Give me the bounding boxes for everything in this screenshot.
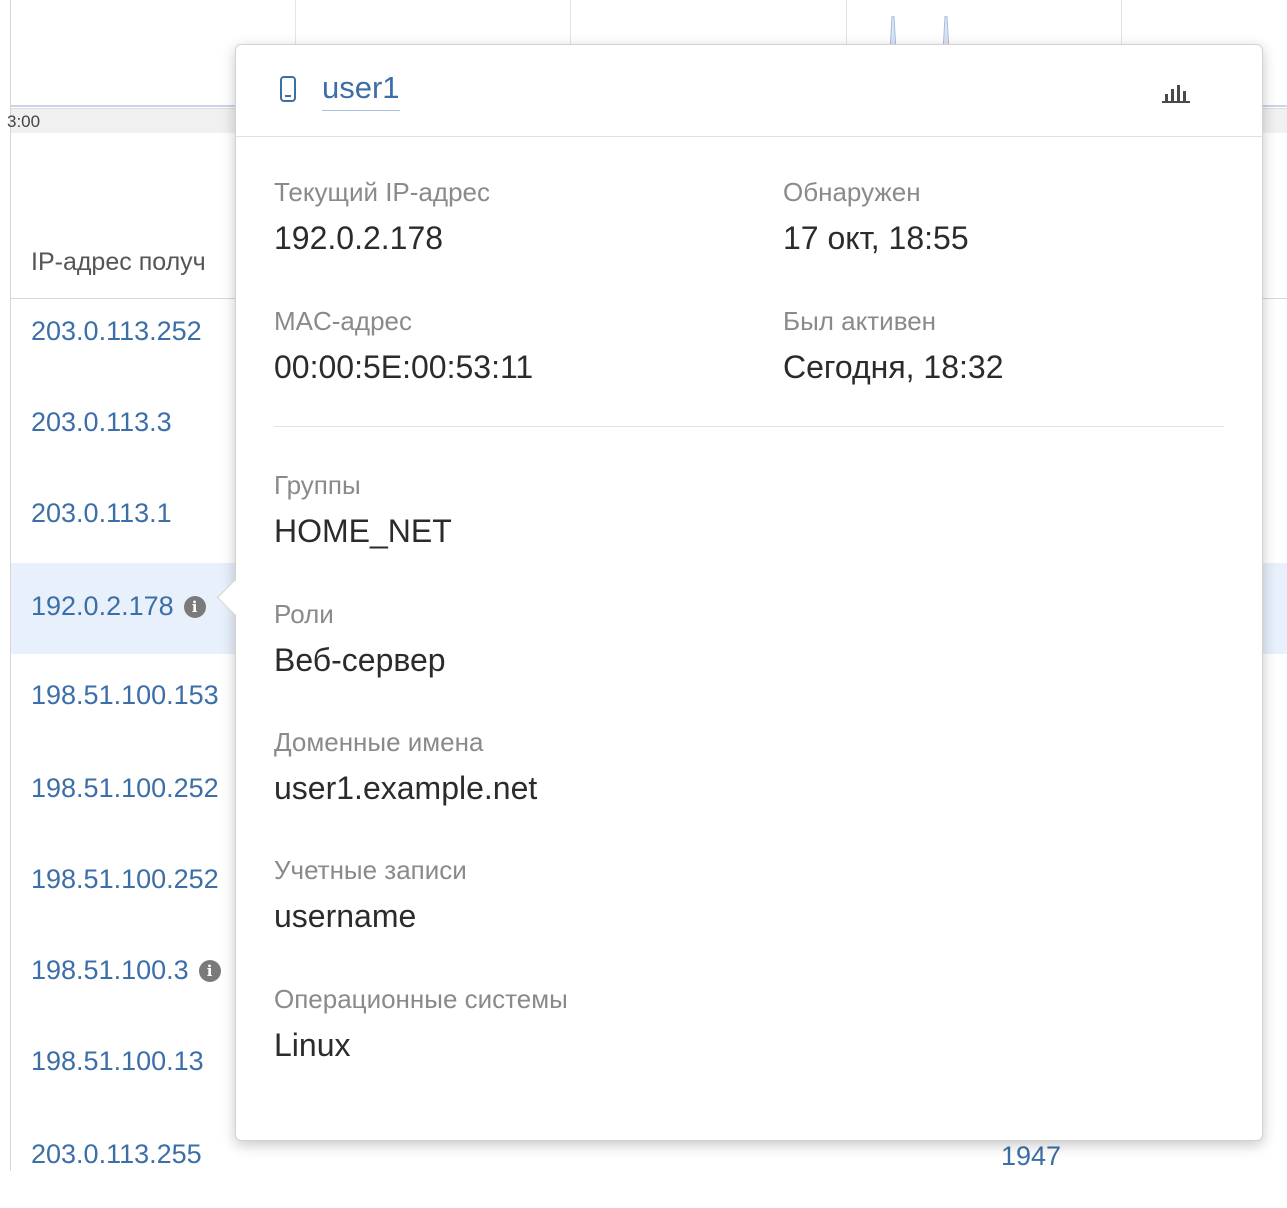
domains-field: Доменные имена user1.example.net xyxy=(274,726,537,808)
bar-chart-icon-base xyxy=(1162,101,1190,103)
ip-text: 198.51.100.3 xyxy=(31,955,189,985)
os-label: Операционные системы xyxy=(274,984,568,1014)
ip-text: 198.51.100.252 xyxy=(31,773,219,803)
bar-chart-icon[interactable] xyxy=(1162,81,1190,103)
detected-value: 17 окт, 18:55 xyxy=(783,220,969,256)
ip-text: 203.0.113.255 xyxy=(31,1139,202,1169)
groups-value: HOME_NET xyxy=(274,513,452,549)
ip-link[interactable]: 192.0.2.178 i xyxy=(31,591,206,622)
ip-text: 198.51.100.252 xyxy=(31,864,219,894)
last-active-label: Был активен xyxy=(783,306,937,336)
host-details-popover: user1 Текущий IP-адрес 192.0.2.178 Обнар… xyxy=(216,44,1263,1141)
ip-link[interactable]: 203.0.113.1 xyxy=(31,498,172,529)
mac-label: MAC-адрес xyxy=(274,306,412,336)
last-active-value: Сегодня, 18:32 xyxy=(783,349,1004,385)
roles-field: Роли Веб-сервер xyxy=(274,598,446,680)
os-value: Linux xyxy=(274,1027,351,1063)
row-count-value[interactable]: 1947 xyxy=(1001,1141,1061,1172)
info-icon[interactable]: i xyxy=(183,595,206,618)
ip-link[interactable]: 198.51.100.13 xyxy=(31,1046,204,1077)
detected-field: Обнаружен 17 окт, 18:55 xyxy=(783,176,969,258)
mac-field: MAC-адрес 00:00:5E:00:53:11 xyxy=(274,305,533,387)
last-active-field: Был активен Сегодня, 18:32 xyxy=(783,305,1004,387)
current-ip-field: Текущий IP-адрес 192.0.2.178 xyxy=(274,176,490,258)
accounts-field: Учетные записи username xyxy=(274,854,467,936)
popover-header: user1 xyxy=(236,45,1262,137)
ip-text: 203.0.113.1 xyxy=(31,498,172,528)
ip-text: 203.0.113.3 xyxy=(31,407,172,437)
groups-label: Группы xyxy=(274,470,361,500)
ip-text: 203.0.113.252 xyxy=(31,316,202,346)
ip-link[interactable]: 198.51.100.252 xyxy=(31,864,219,895)
host-name-link[interactable]: user1 xyxy=(322,70,400,111)
mac-value: 00:00:5E:00:53:11 xyxy=(274,349,534,385)
chart-axis-tick-label: 3:00 xyxy=(7,112,41,131)
bar-chart-icon-bar xyxy=(1177,85,1180,101)
accounts-label: Учетные записи xyxy=(274,855,467,885)
ip-text: 192.0.2.178 xyxy=(31,591,174,621)
ip-link[interactable]: 198.51.100.252 xyxy=(31,773,219,804)
ip-link[interactable]: 198.51.100.153 xyxy=(31,680,219,711)
bar-chart-icon-bar xyxy=(1183,91,1186,101)
ip-link[interactable]: 203.0.113.255 xyxy=(31,1139,202,1170)
current-ip-label: Текущий IP-адрес xyxy=(274,177,490,207)
domains-label: Доменные имена xyxy=(274,727,484,757)
os-field: Операционные системы Linux xyxy=(274,983,568,1065)
roles-value: Веб-сервер xyxy=(274,642,446,678)
ip-link[interactable]: 198.51.100.3 i xyxy=(31,955,221,986)
device-icon xyxy=(280,76,296,102)
ip-link[interactable]: 203.0.113.3 xyxy=(31,407,172,438)
column-header-ip[interactable]: IP-адрес получ xyxy=(31,248,206,277)
info-icon[interactable]: i xyxy=(198,959,221,982)
bar-chart-icon-bar xyxy=(1165,94,1168,101)
ip-text: 198.51.100.13 xyxy=(31,1046,204,1076)
popover-divider xyxy=(274,426,1224,427)
roles-label: Роли xyxy=(274,599,334,629)
current-ip-value: 192.0.2.178 xyxy=(274,220,444,256)
bar-chart-icon-bar xyxy=(1171,89,1174,101)
domains-value: user1.example.net xyxy=(274,770,538,806)
ip-link[interactable]: 203.0.113.252 xyxy=(31,316,202,347)
ip-text: 198.51.100.153 xyxy=(31,680,219,710)
groups-field: Группы HOME_NET xyxy=(274,469,452,551)
accounts-value: username xyxy=(274,898,417,934)
detected-label: Обнаружен xyxy=(783,177,921,207)
